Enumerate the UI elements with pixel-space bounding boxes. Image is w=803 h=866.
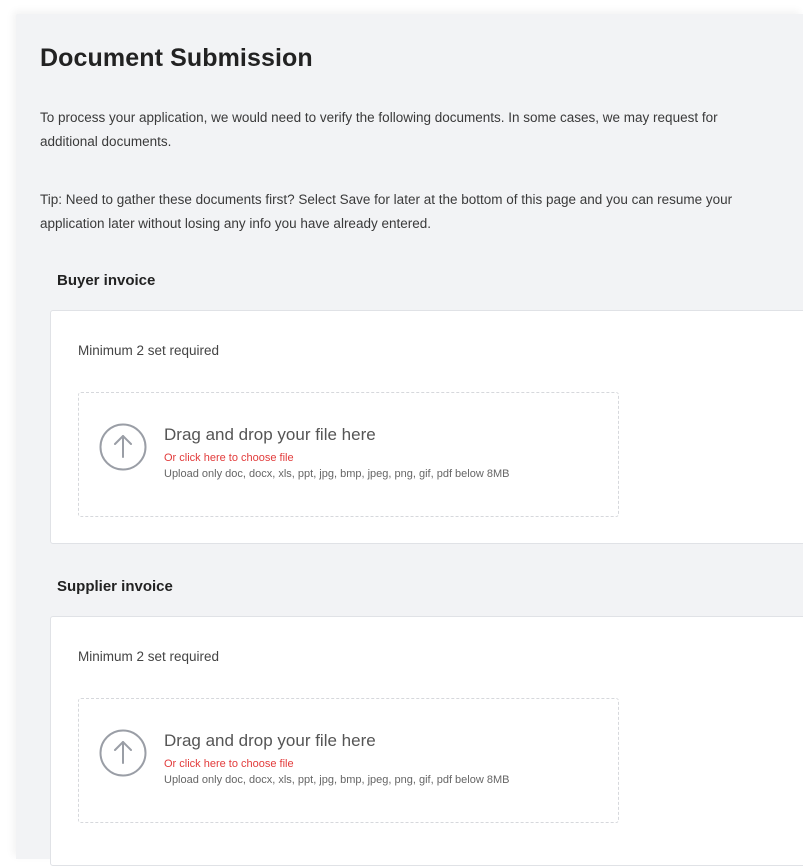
upload-arrow-icon xyxy=(99,423,147,471)
choose-file-link[interactable]: Or click here to choose file xyxy=(164,452,294,464)
upload-arrow-icon xyxy=(99,729,147,777)
section-title-supplier-invoice: Supplier invoice xyxy=(57,578,173,595)
requirement-text: Minimum 2 set required xyxy=(78,343,220,358)
file-type-hint: Upload only doc, docx, xls, ppt, jpg, bm… xyxy=(164,468,510,480)
intro-text: To process your application, we would ne… xyxy=(40,110,718,149)
choose-file-link[interactable]: Or click here to choose file xyxy=(164,758,294,770)
tip-text: Tip: Need to gather these documents firs… xyxy=(40,192,733,231)
file-dropzone-buyer-invoice[interactable]: Drag and drop your file here Or click he… xyxy=(78,392,619,517)
section-title-buyer-invoice: Buyer invoice xyxy=(57,272,156,289)
page-title: Document Submission xyxy=(40,44,313,72)
file-type-hint: Upload only doc, docx, xls, ppt, jpg, bm… xyxy=(164,774,510,786)
file-dropzone-supplier-invoice[interactable]: Drag and drop your file here Or click he… xyxy=(78,698,619,823)
upload-card-buyer-invoice: Minimum 2 set required Drag and drop you… xyxy=(50,310,803,544)
requirement-text: Minimum 2 set required xyxy=(78,649,220,664)
upload-card-supplier-invoice: Minimum 2 set required Drag and drop you… xyxy=(50,616,803,866)
dropzone-title: Drag and drop your file here xyxy=(164,731,376,750)
document-submission-panel: Document Submission To process your appl… xyxy=(16,14,803,866)
dropzone-title: Drag and drop your file here xyxy=(164,425,376,444)
